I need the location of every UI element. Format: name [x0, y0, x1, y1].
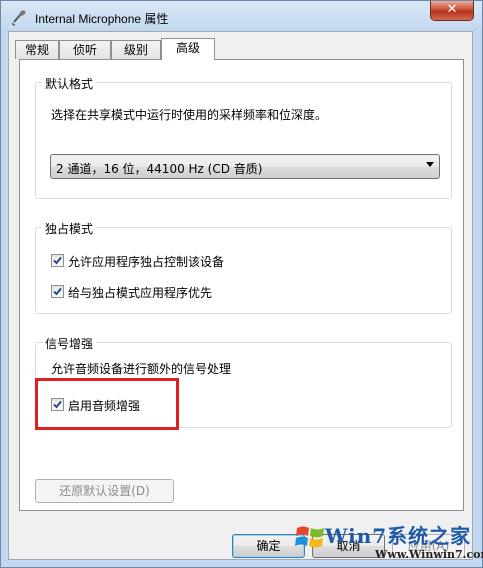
red-highlight-box: [35, 378, 179, 430]
tab-label: 级别: [123, 43, 148, 57]
restore-defaults-label: 还原默认设置(D): [59, 484, 150, 498]
checkmark-icon: [53, 256, 62, 265]
restore-defaults-button[interactable]: 还原默认设置(D): [35, 479, 174, 503]
tab-label: 常规: [24, 43, 49, 57]
tab-label: 高级: [175, 41, 200, 55]
tab-listen[interactable]: 侦听: [59, 40, 111, 59]
windows-logo-icon: [295, 526, 324, 548]
allow-exclusive-label: 允许应用程序独占控制该设备: [68, 255, 225, 269]
exclusive-priority-label: 给与独占模式应用程序优先: [68, 286, 213, 300]
ok-label: 确定: [256, 539, 281, 553]
close-button[interactable]: ✕: [430, 1, 474, 21]
watermark-site-url: Www.Winwin7.com: [375, 548, 483, 561]
tab-label: 侦听: [72, 43, 97, 57]
checkmark-icon: [53, 287, 62, 296]
exclusive-priority-checkbox[interactable]: [51, 285, 64, 298]
close-icon: ✕: [446, 2, 458, 17]
sample-rate-selected: 2 通道，16 位，44100 Hz (CD 音质): [56, 162, 263, 176]
signal-enhancement-description: 允许音频设备进行额外的信号处理: [51, 362, 232, 376]
window-title: Internal Microphone 属性: [35, 12, 169, 26]
sample-rate-dropdown[interactable]: 2 通道，16 位，44100 Hz (CD 音质): [50, 154, 440, 179]
allow-exclusive-checkbox[interactable]: [51, 254, 64, 267]
signal-enhancement-title: 信号增强: [42, 335, 97, 352]
tab-general[interactable]: 常规: [15, 40, 59, 59]
microphone-icon: [12, 10, 26, 26]
watermark-site-name: Win7系统之家: [325, 524, 472, 548]
title-bar[interactable]: Internal Microphone 属性 ✕: [1, 1, 482, 33]
dropdown-arrow-icon: [426, 162, 434, 167]
tab-advanced[interactable]: 高级: [161, 38, 215, 60]
default-format-description: 选择在共享模式中运行时使用的采样频率和位深度。: [51, 108, 328, 122]
tab-levels[interactable]: 级别: [111, 40, 161, 59]
exclusive-mode-title: 独占模式: [42, 220, 97, 237]
site-watermark: Win7系统之家 Www.Winwin7.com: [289, 518, 483, 568]
default-format-title: 默认格式: [42, 75, 97, 92]
default-format-group: 默认格式: [35, 75, 452, 199]
